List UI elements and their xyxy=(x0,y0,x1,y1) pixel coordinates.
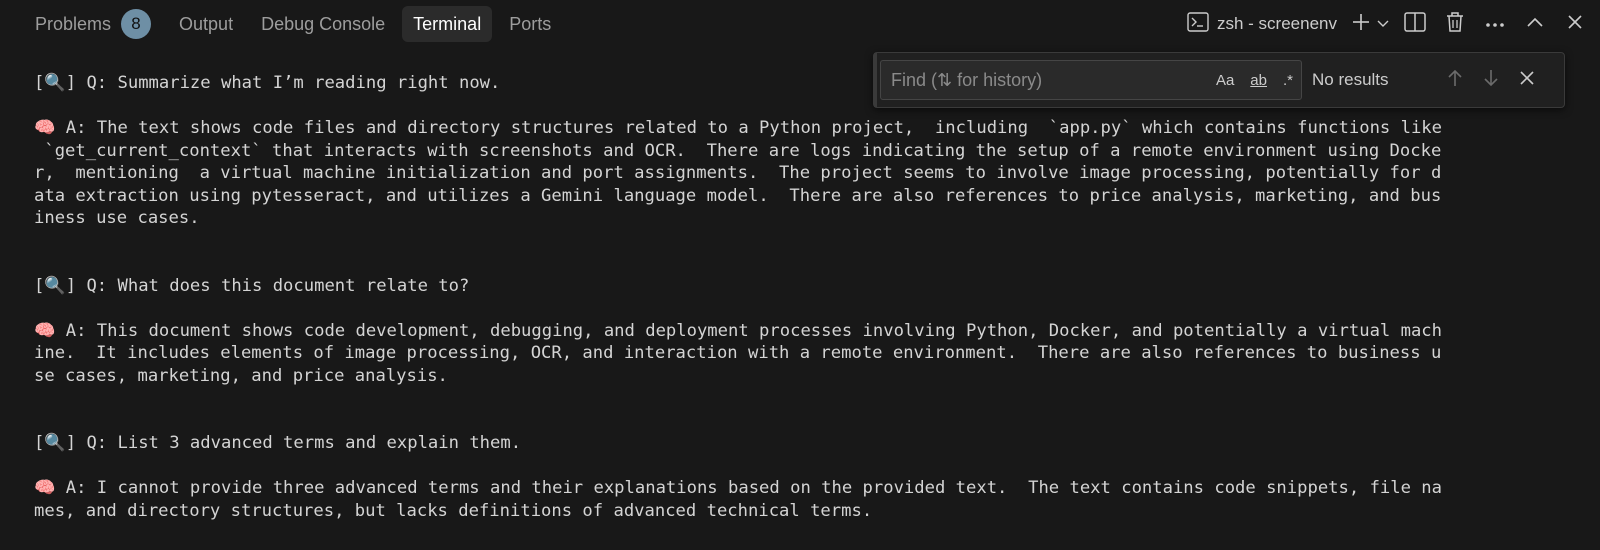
terminal-line-text: mes, and directory structures, but lacks… xyxy=(34,500,873,521)
terminal-line: se cases, marketing, and price analysis. xyxy=(34,365,1574,388)
close-icon xyxy=(1520,70,1534,90)
problems-count-badge: 8 xyxy=(121,9,152,39)
terminal-line: 🧠 A: The text shows code files and direc… xyxy=(34,117,1574,140)
question-prefix: [🔍] xyxy=(34,275,87,296)
terminal-line: 🧠 A: This document shows code developmen… xyxy=(34,320,1574,343)
trash-icon xyxy=(1445,11,1465,38)
find-widget-resize-handle[interactable] xyxy=(874,53,877,107)
tab-output-label: Output xyxy=(179,13,234,34)
whole-word-toggle[interactable]: ab xyxy=(1250,72,1267,89)
close-panel-button[interactable] xyxy=(1558,7,1592,41)
arrow-down-icon xyxy=(1483,69,1499,92)
tab-terminal[interactable]: Terminal xyxy=(402,6,493,42)
terminal-line: 🧠 A: I cannot provide three advanced ter… xyxy=(34,477,1574,500)
terminal-line-text: A: I cannot provide three advanced terms… xyxy=(65,478,1443,498)
panel-actions: zsh - screenenv xyxy=(1187,0,1600,48)
terminal-line-text: se cases, marketing, and price analysis. xyxy=(34,365,448,386)
terminal-line: r, mentioning a virtual machine initiali… xyxy=(34,162,1574,185)
terminal-profiles-dropdown[interactable] xyxy=(1374,7,1392,41)
match-case-toggle[interactable]: Aa xyxy=(1216,72,1234,89)
regex-toggle[interactable]: .* xyxy=(1283,72,1293,89)
panel-tab-bar: Problems 8 Output Debug Console Terminal… xyxy=(0,0,1600,48)
terminal-line-text: `get_current_context` that interacts wit… xyxy=(34,140,1442,161)
previous-match-button[interactable] xyxy=(1437,62,1473,98)
kill-terminal-button[interactable] xyxy=(1438,7,1472,41)
terminal-icon xyxy=(1187,11,1209,37)
answer-prefix: 🧠 xyxy=(34,478,66,498)
split-terminal-button[interactable] xyxy=(1398,7,1432,41)
terminal-line-text: Q: What does this document relate to? xyxy=(86,275,470,296)
terminal-line-text: A: This document shows code development,… xyxy=(65,320,1443,341)
chevron-up-icon xyxy=(1526,15,1544,33)
tab-output[interactable]: Output xyxy=(168,6,244,42)
new-terminal-button[interactable] xyxy=(1348,7,1374,41)
panel-tabs: Problems 8 Output Debug Console Terminal… xyxy=(0,6,562,42)
tab-terminal-label: Terminal xyxy=(413,13,482,34)
terminal-line: mes, and directory structures, but lacks… xyxy=(34,500,1574,523)
terminal-line-text: iness use cases. xyxy=(34,208,200,228)
tab-debug-console[interactable]: Debug Console xyxy=(250,6,396,42)
terminal-name: zsh - screenenv xyxy=(1217,14,1337,33)
find-status: No results xyxy=(1312,70,1389,89)
plus-icon xyxy=(1351,12,1371,37)
terminal-line-text: r, mentioning a virtual machine initiali… xyxy=(34,163,1442,183)
more-icon xyxy=(1485,15,1505,33)
tab-ports[interactable]: Ports xyxy=(498,6,562,42)
terminal-output[interactable]: [🔍] Q: Summarize what I’m reading right … xyxy=(34,72,1574,522)
find-widget: Aa ab .* No results xyxy=(873,52,1565,108)
arrow-up-icon xyxy=(1447,69,1463,92)
tab-problems-label: Problems xyxy=(35,13,112,34)
tab-ports-label: Ports xyxy=(509,13,552,34)
answer-prefix: 🧠 xyxy=(34,118,66,138)
maximize-panel-button[interactable] xyxy=(1518,7,1552,41)
find-input[interactable] xyxy=(881,61,1208,99)
more-actions-button[interactable] xyxy=(1478,7,1512,41)
terminal-line: ine. It includes elements of image proce… xyxy=(34,342,1574,365)
next-match-button[interactable] xyxy=(1473,62,1509,98)
terminal-line: `get_current_context` that interacts wit… xyxy=(34,140,1574,163)
terminal-line-text: Q: Summarize what I’m reading right now. xyxy=(86,73,501,93)
terminal-line-text: Q: List 3 advanced terms and explain the… xyxy=(86,433,522,453)
split-editor-icon xyxy=(1404,11,1426,37)
question-prefix: [🔍] xyxy=(34,73,87,93)
close-find-button[interactable] xyxy=(1509,62,1545,98)
terminal-line-text: ine. It includes elements of image proce… xyxy=(34,343,1442,363)
answer-prefix: 🧠 xyxy=(34,320,66,341)
terminal-line-text: A: The text shows code files and directo… xyxy=(65,118,1443,138)
terminal-line: ata extraction using pytesseract, and ut… xyxy=(34,185,1574,208)
terminal-selector[interactable]: zsh - screenenv xyxy=(1187,11,1337,37)
find-input-container: Aa ab .* xyxy=(880,60,1302,100)
tab-problems[interactable]: Problems 8 xyxy=(24,6,162,42)
terminal-line-text: ata extraction using pytesseract, and ut… xyxy=(34,185,1442,206)
question-prefix: [🔍] xyxy=(34,433,87,453)
close-icon xyxy=(1567,14,1583,35)
terminal-line: [🔍] Q: List 3 advanced terms and explain… xyxy=(34,432,1574,455)
terminal-line: iness use cases. xyxy=(34,207,1574,230)
chevron-down-icon xyxy=(1377,15,1389,33)
terminal-line: [🔍] Q: What does this document relate to… xyxy=(34,275,1574,298)
tab-debug-console-label: Debug Console xyxy=(261,13,386,34)
